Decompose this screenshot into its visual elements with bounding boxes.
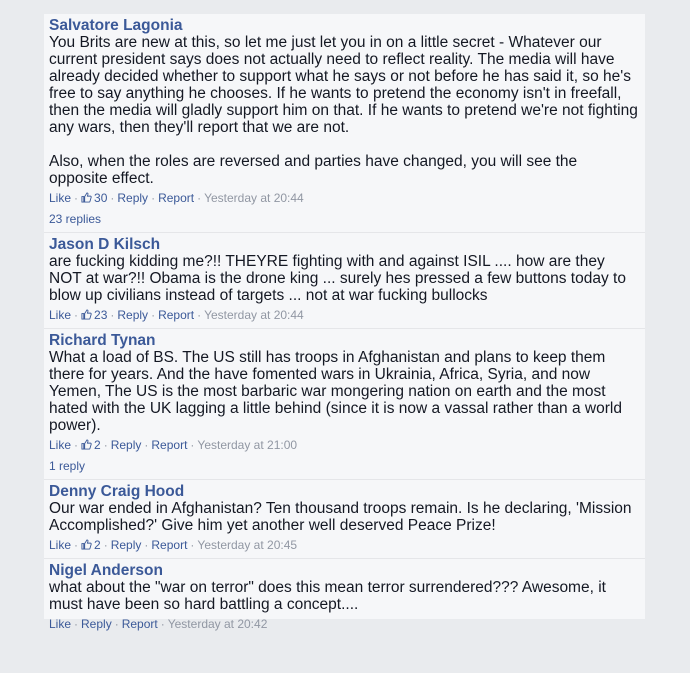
- separator: ·: [110, 308, 115, 322]
- like-count-link[interactable]: 2: [81, 438, 101, 452]
- like-count-link[interactable]: 2: [81, 538, 101, 552]
- separator: ·: [151, 308, 156, 322]
- comment-actions: Like · 2 · Reply · Report · Yesterday at 21:00: [49, 437, 640, 453]
- like-link[interactable]: Like: [49, 191, 71, 205]
- separator: ·: [190, 438, 195, 452]
- comment-author[interactable]: Jason D Kilsch: [49, 235, 640, 253]
- comment-timestamp[interactable]: Yesterday at 20:44: [204, 308, 304, 322]
- comment-text: Our war ended in Afghanistan? Ten thousa…: [49, 500, 635, 534]
- comment-actions: Like · 2 · Reply · Report · Yesterday at 20:45: [49, 537, 640, 553]
- like-link[interactable]: Like: [49, 538, 71, 552]
- comment: Denny Craig Hood Our war ended in Afghan…: [44, 480, 645, 559]
- separator: ·: [197, 308, 202, 322]
- comment-text: what about the "war on terror" does this…: [49, 579, 611, 613]
- separator: ·: [160, 617, 165, 631]
- comment-actions: Like · 23 · Reply · Report · Yesterday at 20:44: [49, 307, 640, 323]
- like-count-link[interactable]: 30: [81, 191, 107, 205]
- comment-text: What a load of BS. The US still has troo…: [49, 349, 627, 434]
- separator: ·: [74, 438, 79, 452]
- separator: ·: [190, 538, 195, 552]
- like-count: 2: [94, 438, 101, 452]
- thumbs-up-icon: [81, 439, 92, 450]
- separator: ·: [74, 538, 79, 552]
- reply-link[interactable]: Reply: [117, 191, 148, 205]
- separator: ·: [103, 438, 108, 452]
- report-link[interactable]: Report: [151, 438, 187, 452]
- comment-timestamp[interactable]: Yesterday at 20:44: [204, 191, 304, 205]
- comment-timestamp[interactable]: Yesterday at 21:00: [197, 438, 297, 452]
- comment-text: are fucking kidding me?!! THEYRE fightin…: [49, 253, 631, 304]
- reply-link[interactable]: Reply: [81, 617, 112, 631]
- comment: Jason D Kilsch are fucking kidding me?!!…: [44, 233, 645, 329]
- view-replies-link[interactable]: 1 reply: [49, 458, 640, 474]
- view-replies-link[interactable]: 23 replies: [49, 211, 640, 227]
- comment-text: You Brits are new at this, so let me jus…: [49, 34, 638, 187]
- separator: ·: [74, 617, 79, 631]
- separator: ·: [144, 538, 149, 552]
- report-link[interactable]: Report: [158, 308, 194, 322]
- separator: ·: [74, 308, 79, 322]
- like-link[interactable]: Like: [49, 617, 71, 631]
- like-count: 23: [94, 308, 108, 322]
- like-link[interactable]: Like: [49, 438, 71, 452]
- like-link[interactable]: Like: [49, 308, 71, 322]
- separator: ·: [151, 191, 156, 205]
- like-count: 30: [94, 191, 108, 205]
- comment-actions: Like · 30 · Reply · Report · Yesterday at 20:44: [49, 190, 640, 206]
- thumbs-up-icon: [81, 539, 92, 550]
- separator: ·: [114, 617, 119, 631]
- reply-link[interactable]: Reply: [111, 438, 142, 452]
- like-count-link[interactable]: 23: [81, 308, 107, 322]
- comments-panel: Salvatore Lagonia You Brits are new at t…: [44, 14, 645, 631]
- report-link[interactable]: Report: [122, 617, 158, 631]
- comment: Nigel Anderson what about the "war on te…: [44, 559, 645, 637]
- report-link[interactable]: Report: [151, 538, 187, 552]
- reply-link[interactable]: Reply: [111, 538, 142, 552]
- separator: ·: [74, 191, 79, 205]
- report-link[interactable]: Report: [158, 191, 194, 205]
- thumbs-up-icon: [81, 309, 92, 320]
- comment-timestamp[interactable]: Yesterday at 20:42: [168, 617, 268, 631]
- comment-author[interactable]: Nigel Anderson: [49, 561, 640, 579]
- reply-link[interactable]: Reply: [117, 308, 148, 322]
- separator: ·: [103, 538, 108, 552]
- comment-author[interactable]: Denny Craig Hood: [49, 482, 640, 500]
- comment-timestamp[interactable]: Yesterday at 20:45: [197, 538, 297, 552]
- comment: Richard Tynan What a load of BS. The US …: [44, 329, 645, 480]
- comment: Salvatore Lagonia You Brits are new at t…: [44, 14, 645, 233]
- like-count: 2: [94, 538, 101, 552]
- comment-author[interactable]: Salvatore Lagonia: [49, 16, 640, 34]
- comment-actions: Like · Reply · Report · Yesterday at 20:42: [49, 616, 640, 632]
- separator: ·: [144, 438, 149, 452]
- separator: ·: [110, 191, 115, 205]
- thumbs-up-icon: [81, 192, 92, 203]
- comment-author[interactable]: Richard Tynan: [49, 331, 640, 349]
- separator: ·: [197, 191, 202, 205]
